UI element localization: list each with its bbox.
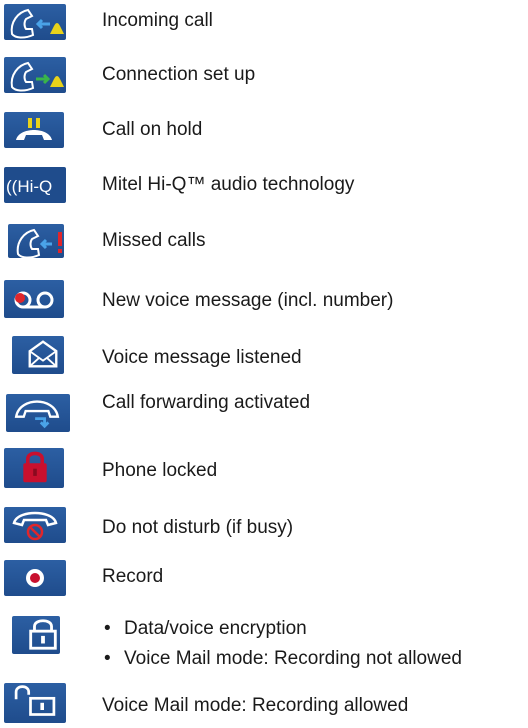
padlock-icon — [4, 448, 64, 488]
call-forwarding-icon — [6, 394, 70, 432]
lock-icon — [12, 616, 60, 654]
legend-label: Mitel Hi-Q™ audio technology — [102, 174, 355, 195]
envelope-icon — [12, 336, 64, 374]
svg-text:((Hi-Q: ((Hi-Q — [6, 177, 52, 196]
legend-label: Call forwarding activated — [102, 392, 311, 413]
unlocked-icon — [4, 683, 66, 723]
hi-q-icon: ((Hi-Q — [4, 167, 66, 203]
legend-label: Connection set up — [102, 64, 256, 85]
missed-calls-icon — [8, 224, 64, 259]
legend-label: Do not disturb (if busy) — [102, 517, 294, 538]
legend-label: Record — [102, 566, 164, 587]
legend-label: Incoming call — [102, 10, 213, 31]
legend-label: New voice message (incl. number) — [102, 290, 394, 311]
legend-label: Voice message listened — [102, 347, 302, 368]
bullet-item: Voice Mail mode: Recording not allowed — [102, 644, 462, 674]
legend-label: Missed calls — [102, 230, 206, 251]
legend-label: Voice Mail mode: Recording allowed — [102, 695, 409, 716]
incoming-call-icon — [4, 4, 66, 40]
voice-message-icon — [4, 280, 64, 318]
legend-label: Phone locked — [102, 460, 218, 481]
call-on-hold-icon — [4, 112, 64, 148]
do-not-disturb-icon — [4, 507, 66, 543]
record-icon — [4, 560, 66, 596]
bullet-item: Data/voice encryption — [102, 614, 462, 644]
legend-label: Call on hold — [102, 119, 203, 140]
connection-setup-icon — [4, 57, 66, 93]
bullet-list: Data/voice encryption Voice Mail mode: R… — [102, 614, 462, 674]
